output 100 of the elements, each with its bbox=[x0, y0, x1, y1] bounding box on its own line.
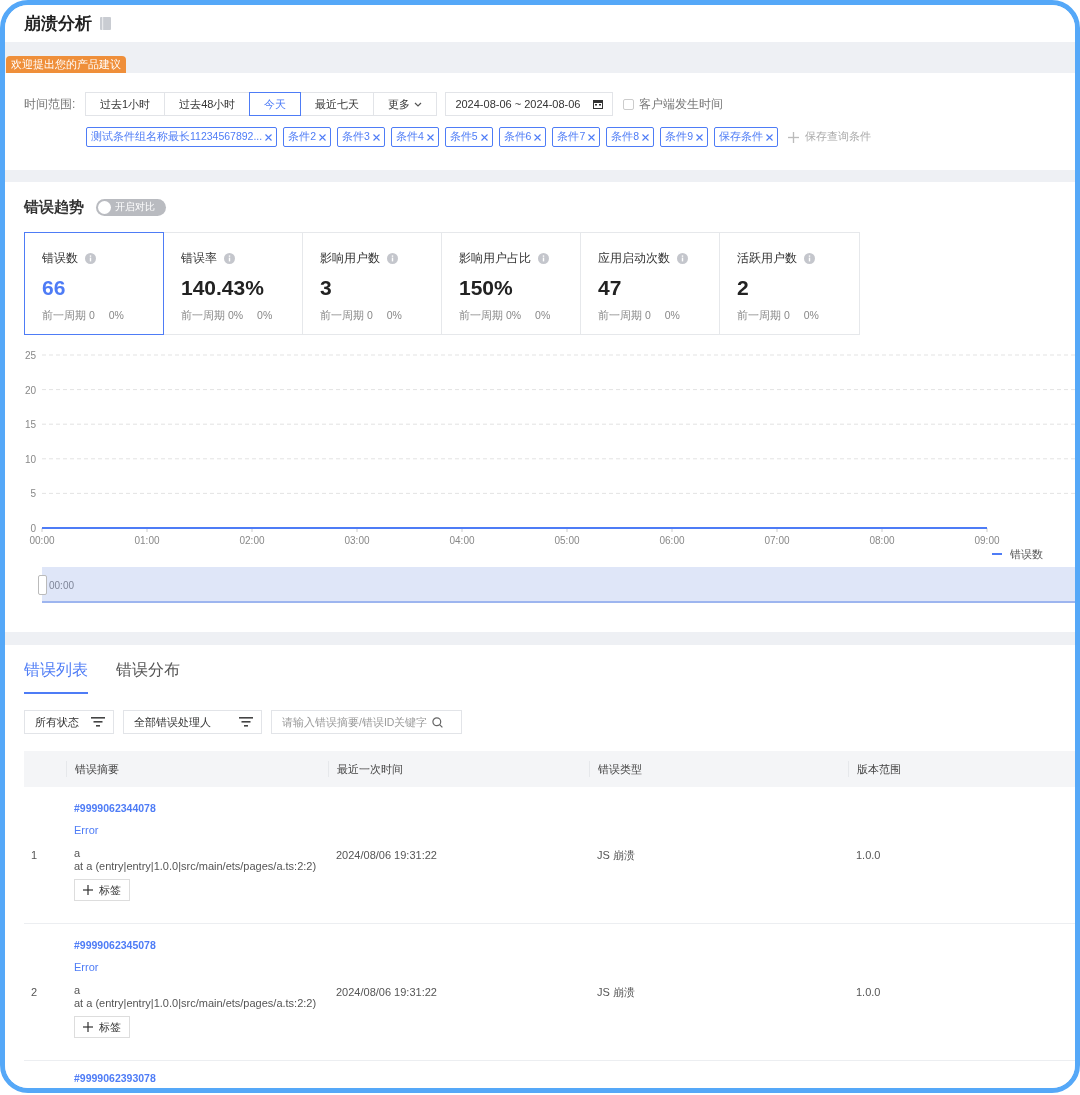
date-range-field[interactable]: 2024-08-06 ~ 2024-08-06 bbox=[445, 92, 614, 116]
table-cell: JS 崩溃 bbox=[597, 848, 635, 861]
previous-period: 前一周期 0 bbox=[737, 309, 790, 323]
filter-tag[interactable]: 条件6 bbox=[498, 127, 547, 147]
error-message: a bbox=[74, 847, 82, 860]
metric-card[interactable]: 活跃用户数 2 前一周期 0 0% bbox=[719, 232, 859, 335]
metric-label: 错误率 bbox=[181, 249, 217, 267]
info-icon bbox=[387, 252, 398, 264]
metric-value: 2 bbox=[737, 275, 750, 301]
axis-label: 06:00 bbox=[659, 535, 685, 545]
error-name: Error bbox=[74, 960, 100, 974]
range-button[interactable]: 今天 bbox=[249, 92, 302, 116]
table-cell: 2024/08/06 19:31:22 bbox=[336, 986, 437, 998]
axis-label: 25 bbox=[24, 350, 36, 361]
plus-icon bbox=[787, 131, 799, 143]
axis-label: 05:00 bbox=[554, 535, 580, 545]
close-icon[interactable] bbox=[372, 133, 380, 141]
previous-period: 前一周期 0 bbox=[320, 309, 373, 323]
tab[interactable]: 错误分布 bbox=[116, 658, 180, 694]
add-tag-button[interactable]: 标签 bbox=[74, 879, 130, 901]
metric-label: 影响用户数 bbox=[320, 249, 380, 267]
error-id-link[interactable]: #9999062345078 bbox=[74, 938, 320, 952]
stack-trace: at a (entry|entry|1.0.0|src/main/ets/pages/a.ts:2:2) bbox=[74, 860, 318, 873]
axis-label: 04:00 bbox=[449, 535, 475, 545]
filter-tag[interactable]: 保存条件 bbox=[713, 127, 778, 147]
info-icon bbox=[224, 252, 235, 264]
checkbox[interactable] bbox=[623, 98, 635, 110]
info-icon bbox=[677, 252, 688, 264]
search-field[interactable]: 请输入错误摘要/错误ID关键字 bbox=[271, 710, 462, 734]
previous-period: 前一周期 0 bbox=[42, 309, 95, 323]
close-icon[interactable] bbox=[480, 133, 488, 141]
close-icon[interactable] bbox=[534, 133, 542, 141]
table-cell: JS 崩溃 bbox=[597, 985, 635, 998]
previous-period: 前一周期 0% bbox=[181, 309, 244, 323]
checkbox-label: 客户端发生时间 bbox=[639, 95, 724, 113]
tab[interactable]: 错误列表 bbox=[24, 658, 88, 694]
more-dropdown[interactable]: 更多 bbox=[373, 92, 438, 116]
info-icon bbox=[85, 252, 96, 264]
row-index: 1 bbox=[31, 849, 38, 861]
metric-label: 错误数 bbox=[42, 249, 78, 267]
filter-tag[interactable]: 条件8 bbox=[606, 127, 655, 147]
info-icon bbox=[538, 252, 549, 264]
metric-card[interactable]: 错误率 140.43% 前一周期 0% 0% bbox=[163, 232, 303, 335]
save-query-link[interactable]: 保存查询条件 bbox=[804, 130, 871, 144]
axis-label: 5 bbox=[30, 488, 36, 500]
row-index: 2 bbox=[31, 986, 38, 998]
previous-period: 前一周期 0 bbox=[598, 309, 651, 323]
add-tag-button[interactable]: 标签 bbox=[74, 1016, 130, 1038]
range-button[interactable]: 最近七天 bbox=[300, 92, 375, 116]
axis-label: 01:00 bbox=[134, 535, 160, 545]
close-icon[interactable] bbox=[265, 133, 273, 141]
table-cell: 2024/08/06 19:31:22 bbox=[336, 849, 437, 861]
metric-card[interactable]: 应用启动次数 47 前一周期 0 0% bbox=[580, 232, 720, 335]
filter-tag[interactable]: 条件3 bbox=[337, 127, 385, 147]
filter-tag[interactable]: 条件9 bbox=[660, 127, 708, 147]
close-icon[interactable] bbox=[695, 133, 703, 141]
close-icon[interactable] bbox=[642, 133, 650, 141]
change-percent: 0% bbox=[535, 309, 551, 323]
section-title: 错误趋势 bbox=[24, 197, 84, 217]
filter-tag[interactable]: 条件5 bbox=[444, 127, 493, 147]
metric-value: 66 bbox=[42, 275, 67, 301]
axis-label: 02:00 bbox=[239, 535, 265, 545]
book-icon bbox=[100, 17, 111, 30]
axis-label: 07:00 bbox=[764, 535, 790, 545]
stack-trace: at a (entry|entry|1.0.0|src/main/ets/pages/a.ts:2:2) bbox=[74, 997, 318, 1010]
close-icon[interactable] bbox=[319, 133, 327, 141]
axis-label: 10 bbox=[24, 453, 36, 465]
metric-card[interactable]: 影响用户数 3 前一周期 0 0% bbox=[302, 232, 442, 335]
filter-tag[interactable]: 条件7 bbox=[552, 127, 601, 147]
table-cell: 1.0.0 bbox=[856, 849, 881, 861]
change-percent: 0% bbox=[257, 309, 273, 323]
time-range-label: 时间范围: bbox=[24, 95, 77, 113]
column-header: 错误类型 bbox=[589, 761, 848, 777]
table-cell: 1.0.0 bbox=[856, 986, 881, 998]
column-header: 版本范围 bbox=[848, 761, 1075, 777]
close-icon[interactable] bbox=[588, 133, 596, 141]
range-button[interactable]: 过去48小时 bbox=[164, 92, 251, 116]
slider-label: 00:00 bbox=[49, 579, 75, 591]
filter-tag[interactable]: 测试条件组名称最长11234567892... bbox=[86, 127, 278, 147]
legend-label[interactable]: 错误数 bbox=[1010, 546, 1043, 562]
status-filter[interactable]: 所有状态 bbox=[24, 710, 114, 734]
filter-tag[interactable]: 条件4 bbox=[390, 127, 439, 147]
feedback-banner[interactable]: 欢迎提出您的产品建议 bbox=[6, 56, 126, 73]
info-icon bbox=[804, 252, 815, 264]
range-button[interactable]: 过去1小时 bbox=[85, 92, 166, 116]
metric-card[interactable]: 错误数 66 前一周期 0 0% bbox=[24, 232, 164, 335]
slider-handle[interactable] bbox=[38, 575, 47, 595]
metric-card[interactable]: 影响用户占比 150% 前一周期 0% 0% bbox=[441, 232, 581, 335]
metric-label: 应用启动次数 bbox=[598, 249, 670, 267]
axis-label: 15 bbox=[24, 419, 36, 431]
error-id-link[interactable]: #9999062344078 bbox=[74, 801, 320, 815]
metric-label: 活跃用户数 bbox=[737, 249, 797, 267]
filter-tag[interactable]: 条件2 bbox=[283, 127, 332, 147]
column-header: 错误摘要 bbox=[66, 761, 328, 777]
axis-label: 20 bbox=[24, 384, 36, 396]
close-icon[interactable] bbox=[765, 133, 773, 141]
close-icon[interactable] bbox=[426, 133, 434, 141]
handler-filter[interactable]: 全部错误处理人 bbox=[123, 710, 262, 734]
error-id-link[interactable]: #9999062393078 bbox=[74, 1071, 320, 1085]
change-percent: 0% bbox=[108, 309, 124, 323]
